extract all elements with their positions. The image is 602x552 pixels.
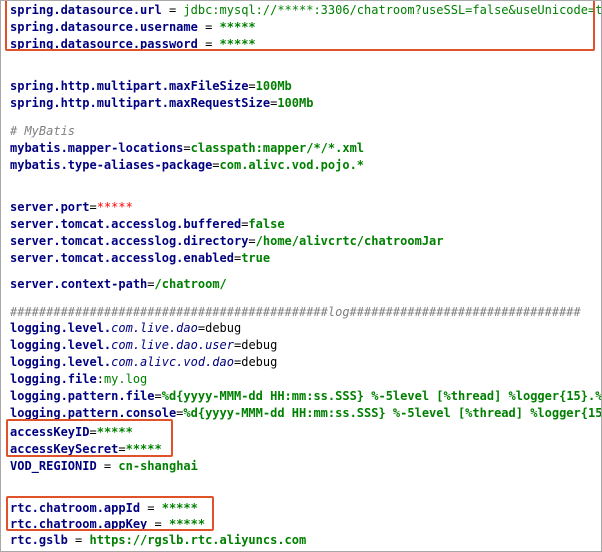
highlight-box-access-keys	[6, 419, 173, 457]
value: %d{yyyy-MMM-dd HH:mm:ss.SSS} %-5level [%…	[161, 389, 602, 403]
key-package: com.live.dao.user	[111, 338, 234, 352]
value: 100Mb	[255, 79, 292, 93]
line-server-context: server.context-path=/chatroom/	[10, 277, 227, 291]
line-log-pattern-file: logging.pattern.file=%d{yyyy-MMM-dd HH:m…	[10, 388, 602, 405]
code-editor[interactable]: spring.datasource.url = jdbc:mysql://***…	[0, 0, 602, 552]
line-multipart-max-request: spring.http.multipart.maxRequestSize=100…	[10, 96, 314, 110]
key: mybatis.type-aliases-package	[10, 158, 213, 172]
line-rtc-gslb: rtc.gslb = https://rgslb.rtc.aliyuncs.co…	[10, 533, 307, 547]
key: rtc.gslb	[10, 533, 68, 547]
line-server-directory: server.tomcat.accesslog.directory=/home/…	[10, 234, 444, 248]
line-server-port: server.port=*****	[10, 200, 133, 214]
line-log-vod: logging.level.com.alivc.vod.dao=debug	[10, 355, 278, 369]
line-server-enabled: server.tomcat.accesslog.enabled=true	[10, 251, 271, 265]
line-mybatis-comment: # MyBatis	[10, 123, 75, 140]
value: /chatroom/	[154, 277, 227, 291]
key: server.tomcat.accesslog.buffered	[10, 217, 242, 231]
key: server.port	[10, 200, 90, 214]
comment: ########################################…	[10, 305, 581, 319]
key-prefix: logging.level.	[10, 338, 112, 352]
key: spring.http.multipart.maxFileSize	[10, 79, 249, 93]
line-mybatis-mapper: mybatis.mapper-locations=classpath:mappe…	[10, 141, 365, 155]
key: logging.file	[10, 372, 97, 386]
value: false	[248, 217, 285, 231]
key: server.context-path	[10, 277, 148, 291]
value: my.log	[103, 372, 148, 386]
line-mybatis-alias: mybatis.type-aliases-package=com.alivc.v…	[10, 158, 365, 172]
key: logging.pattern.console	[10, 406, 177, 420]
key: server.tomcat.accesslog.enabled	[10, 251, 234, 265]
line-log-file: logging.file:my.log	[10, 372, 148, 386]
value: %d{yyyy-MMM-dd HH:mm:ss.SSS} %-5level [%…	[183, 406, 602, 420]
highlight-box-rtc	[6, 496, 214, 531]
line-server-buffered: server.tomcat.accesslog.buffered=false	[10, 217, 285, 231]
key-prefix: logging.level.	[10, 321, 112, 335]
value: *****	[96, 200, 133, 214]
key: mybatis.mapper-locations	[10, 141, 184, 155]
key: VOD_REGIONID	[10, 459, 97, 473]
key-prefix: logging.level.	[10, 355, 112, 369]
line-multipart-max-file: spring.http.multipart.maxFileSize=100Mb	[10, 79, 292, 93]
key: logging.pattern.file	[10, 389, 155, 403]
value: https://rgslb.rtc.aliyuncs.com	[89, 533, 307, 547]
value: true	[241, 251, 271, 265]
line-log-dao: logging.level.com.live.dao=debug	[10, 321, 242, 335]
key-package: com.live.dao	[111, 321, 198, 335]
value: /home/alivcrtc/chatroomJar	[255, 234, 444, 248]
highlight-box-datasource	[5, 1, 595, 51]
key: spring.http.multipart.maxRequestSize	[10, 96, 271, 110]
value: debug	[205, 321, 242, 335]
comment: # MyBatis	[10, 124, 76, 138]
line-region-id: VOD_REGIONID = cn-shanghai	[10, 459, 198, 473]
value: 100Mb	[277, 96, 314, 110]
line-log-separator: ########################################…	[10, 304, 581, 321]
value: debug	[241, 355, 278, 369]
value: debug	[241, 338, 278, 352]
value: com.alivc.vod.pojo.*	[219, 158, 365, 172]
key: server.tomcat.accesslog.directory	[10, 234, 249, 248]
value: cn-shanghai	[118, 459, 198, 473]
line-log-user: logging.level.com.live.dao.user=debug	[10, 338, 278, 352]
key-package: com.alivc.vod.dao	[111, 355, 234, 369]
value: classpath:mapper/*/*.xml	[190, 141, 365, 155]
